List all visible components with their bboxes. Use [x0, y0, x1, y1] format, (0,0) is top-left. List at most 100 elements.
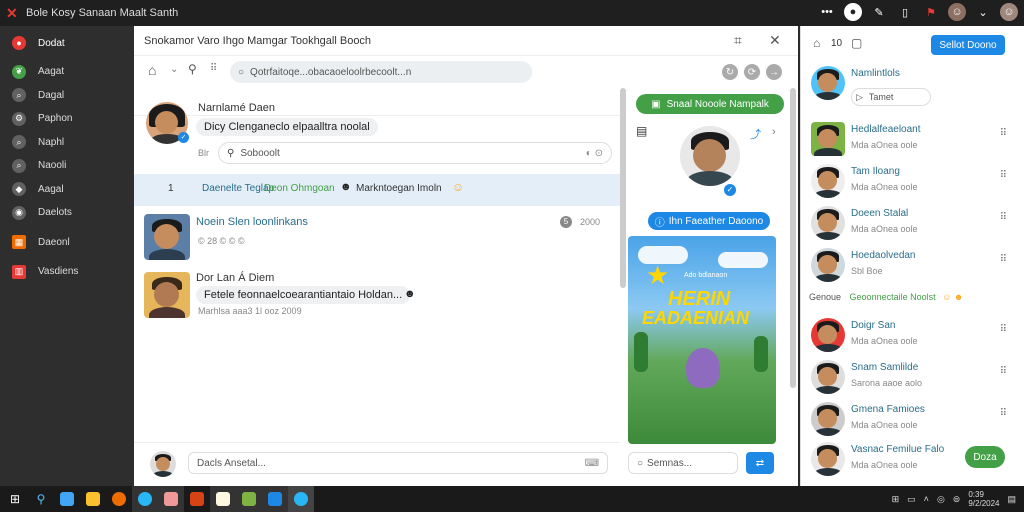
search-icon[interactable]: ⚲	[28, 486, 54, 512]
book-icon[interactable]	[184, 486, 210, 512]
grid-icon[interactable]: ⠿	[210, 63, 217, 74]
home-icon[interactable]: ⌂	[148, 62, 156, 78]
keyboard-icon[interactable]: ⌨	[585, 458, 599, 469]
start-button[interactable]: ⊞	[2, 486, 28, 512]
message-meta: © 28 © © ©	[198, 236, 245, 246]
chevron-right-icon[interactable]: ›	[772, 126, 776, 138]
chat-scrollbar[interactable]	[620, 88, 626, 288]
refresh-icon[interactable]: ↻	[722, 64, 738, 80]
grid-icon[interactable]: ▤	[636, 124, 647, 138]
send-button[interactable]: ⇄	[746, 452, 774, 474]
sync-icon[interactable]: ⟳	[744, 64, 760, 80]
contact-item[interactable]: Doigr San Mda aOnea oole ⠿	[809, 316, 1019, 356]
chevron-down-icon[interactable]: ⌄	[974, 3, 992, 21]
more-icon[interactable]: ⠿	[1000, 254, 1007, 265]
more-icon[interactable]: ⠿	[1000, 408, 1007, 419]
emoji-icon: ☺	[452, 180, 465, 194]
sidebar-item-7[interactable]: ◉ Daelots	[0, 201, 134, 225]
grid-app-icon[interactable]	[236, 486, 262, 512]
folder-icon[interactable]	[54, 486, 80, 512]
reply-search-input[interactable]: ⚲ Sobooolt ◐ ⊙	[218, 142, 612, 164]
leaf-icon: ❦	[12, 64, 26, 79]
flag-icon[interactable]: ⚑	[922, 3, 940, 21]
pane-input[interactable]: ○ Semnas...	[628, 452, 738, 474]
more-icon[interactable]: ⠿	[1000, 212, 1007, 223]
contact-status: Sbl Boe	[851, 266, 883, 276]
toggle-icon[interactable]: ◐ ⊙	[586, 148, 603, 159]
edge-icon[interactable]	[132, 486, 158, 512]
contact-item[interactable]: Hoedaolvedan Sbl Boe ⠿	[809, 246, 1019, 286]
sidebar-item-3[interactable]: ⚙ Paphon	[0, 107, 134, 131]
search-input[interactable]: ○ Qotrfaitoqe...obacaoeloolrbecoolt...n	[230, 61, 532, 83]
sidebar-item-4[interactable]: ⌕ Naphl	[0, 131, 134, 155]
contact-item[interactable]: Tam Iloang Mda aOnea oole ⠿	[809, 162, 1019, 202]
more-icon[interactable]: ⠿	[1000, 366, 1007, 377]
contact-name: Snam Samlilde	[851, 362, 919, 373]
contact-item[interactable]: Namlintlols ▷ Tamet	[809, 64, 1019, 106]
pin-icon[interactable]: ⌗	[734, 32, 742, 49]
forward-icon[interactable]: →	[766, 64, 782, 80]
contact-item[interactable]: Hedlalfeaeloant Mda aOnea oole ⠿	[809, 120, 1019, 160]
bookmark-icon[interactable]: ▯	[896, 3, 914, 21]
contact-item[interactable]: Doeen Stalal Mda aOnea oole ⠿	[809, 204, 1019, 244]
app-icon[interactable]	[158, 486, 184, 512]
message-item[interactable]: Noein Slen loonlinkans © 28 © © © 5 2000	[134, 212, 620, 266]
contact-item[interactable]: Vasnac Femilue Falo Mda aOnea oole Doza	[809, 440, 1019, 480]
pane-scrollbar[interactable]	[790, 88, 796, 388]
display-icon[interactable]: ▭	[907, 494, 916, 505]
more-icon[interactable]: ⠿	[1000, 170, 1007, 181]
clock[interactable]: 0:39 9/2/2024	[968, 490, 999, 508]
contacts-top-button[interactable]: Sellot Doono	[931, 35, 1005, 55]
message-item[interactable]: ✓ Narnlamé Daen Dicy Clenganeclo elpaall…	[134, 98, 620, 174]
sidebar-item-1[interactable]: ❦ Aagat	[0, 60, 134, 84]
pen-icon[interactable]: ✎	[870, 3, 888, 21]
sidebar-item-2[interactable]: ⌕ Dagal	[0, 84, 134, 108]
follow-button[interactable]: ⓘ Ihn Faeather Daoono	[648, 212, 770, 230]
sidebar-item-9[interactable]: ▥ Vasdiens	[0, 260, 134, 284]
play-icon: ▷	[856, 91, 863, 102]
media-icon[interactable]	[210, 486, 236, 512]
sidebar-item-0[interactable]: ● Dodat	[0, 26, 134, 60]
contact-item[interactable]: Snam Samlilde Sarona aaoe aolo ⠿	[809, 358, 1019, 398]
chevron-up-icon[interactable]: ˄	[924, 494, 929, 504]
sidebar-item-6[interactable]: ◆ Aagal	[0, 178, 134, 202]
chat-app-icon[interactable]	[288, 486, 314, 512]
search-icon[interactable]: ⚲	[188, 62, 197, 76]
contact-action-button[interactable]: Doza	[965, 446, 1005, 468]
wifi-icon[interactable]: ⊜	[953, 494, 961, 505]
profile-icon[interactable]: ☺	[948, 3, 966, 21]
chevron-down-icon[interactable]: ⌄	[170, 64, 178, 75]
sidebar-item-8[interactable]: ▦ Daeonl	[0, 231, 134, 255]
more-icon[interactable]: ⠿	[1000, 128, 1007, 139]
contact-item[interactable]: Gmena Famioes Mda aOnea oole ⠿	[809, 400, 1019, 440]
avatar	[811, 122, 845, 156]
message-item[interactable]: Dor Lan Á Diem Fetele feonnaelcoearanti…	[134, 270, 620, 330]
home-icon[interactable]: ⌂	[813, 36, 820, 50]
sidebar-item-label: Aagal	[38, 183, 64, 195]
notification-icon[interactable]: ▤	[1007, 494, 1016, 505]
highlighted-row[interactable]: 1 Daenelte Teglap Deon Ohmgoan ☻ Marknto…	[134, 174, 620, 206]
user-avatar-icon[interactable]: ☺	[1000, 3, 1018, 21]
message-text: Fetele feonnaelcoearantiantaio Holdan...	[196, 286, 411, 304]
sidebar-item-5[interactable]: ⌕ Naooli	[0, 154, 134, 178]
store-icon[interactable]	[262, 486, 288, 512]
browser-icon[interactable]	[106, 486, 132, 512]
contact-name: Hoedaolvedan	[851, 250, 916, 261]
compose-input[interactable]: Dacls Ansetal... ⌨	[188, 452, 608, 474]
avatar-icon[interactable]: ●	[844, 3, 862, 21]
network-icon[interactable]: ⊞	[892, 494, 900, 505]
more-icon[interactable]: •••	[818, 3, 836, 21]
contact-name: Doeen Stalal	[851, 208, 909, 219]
more-icon[interactable]: ⠿	[1000, 324, 1007, 335]
top-action-button[interactable]: ▣ Snaal Nooole Nampalk	[636, 94, 784, 114]
verified-icon: ✓	[178, 132, 189, 143]
featured-game-card[interactable]: ★ Ado bdlanaon HERIN EADAENIAN	[628, 236, 776, 444]
close-icon[interactable]: ✕	[769, 32, 781, 49]
files-icon[interactable]	[80, 486, 106, 512]
avatar	[811, 442, 845, 476]
window-icon[interactable]: ▢	[851, 36, 862, 50]
volume-icon[interactable]: ◎	[937, 494, 945, 505]
share-icon[interactable]: ⤴	[750, 126, 761, 142]
row-text-c: Markntoegan Imoln	[356, 183, 442, 194]
section-link[interactable]: Geoonnectaile Noolst	[850, 292, 936, 302]
